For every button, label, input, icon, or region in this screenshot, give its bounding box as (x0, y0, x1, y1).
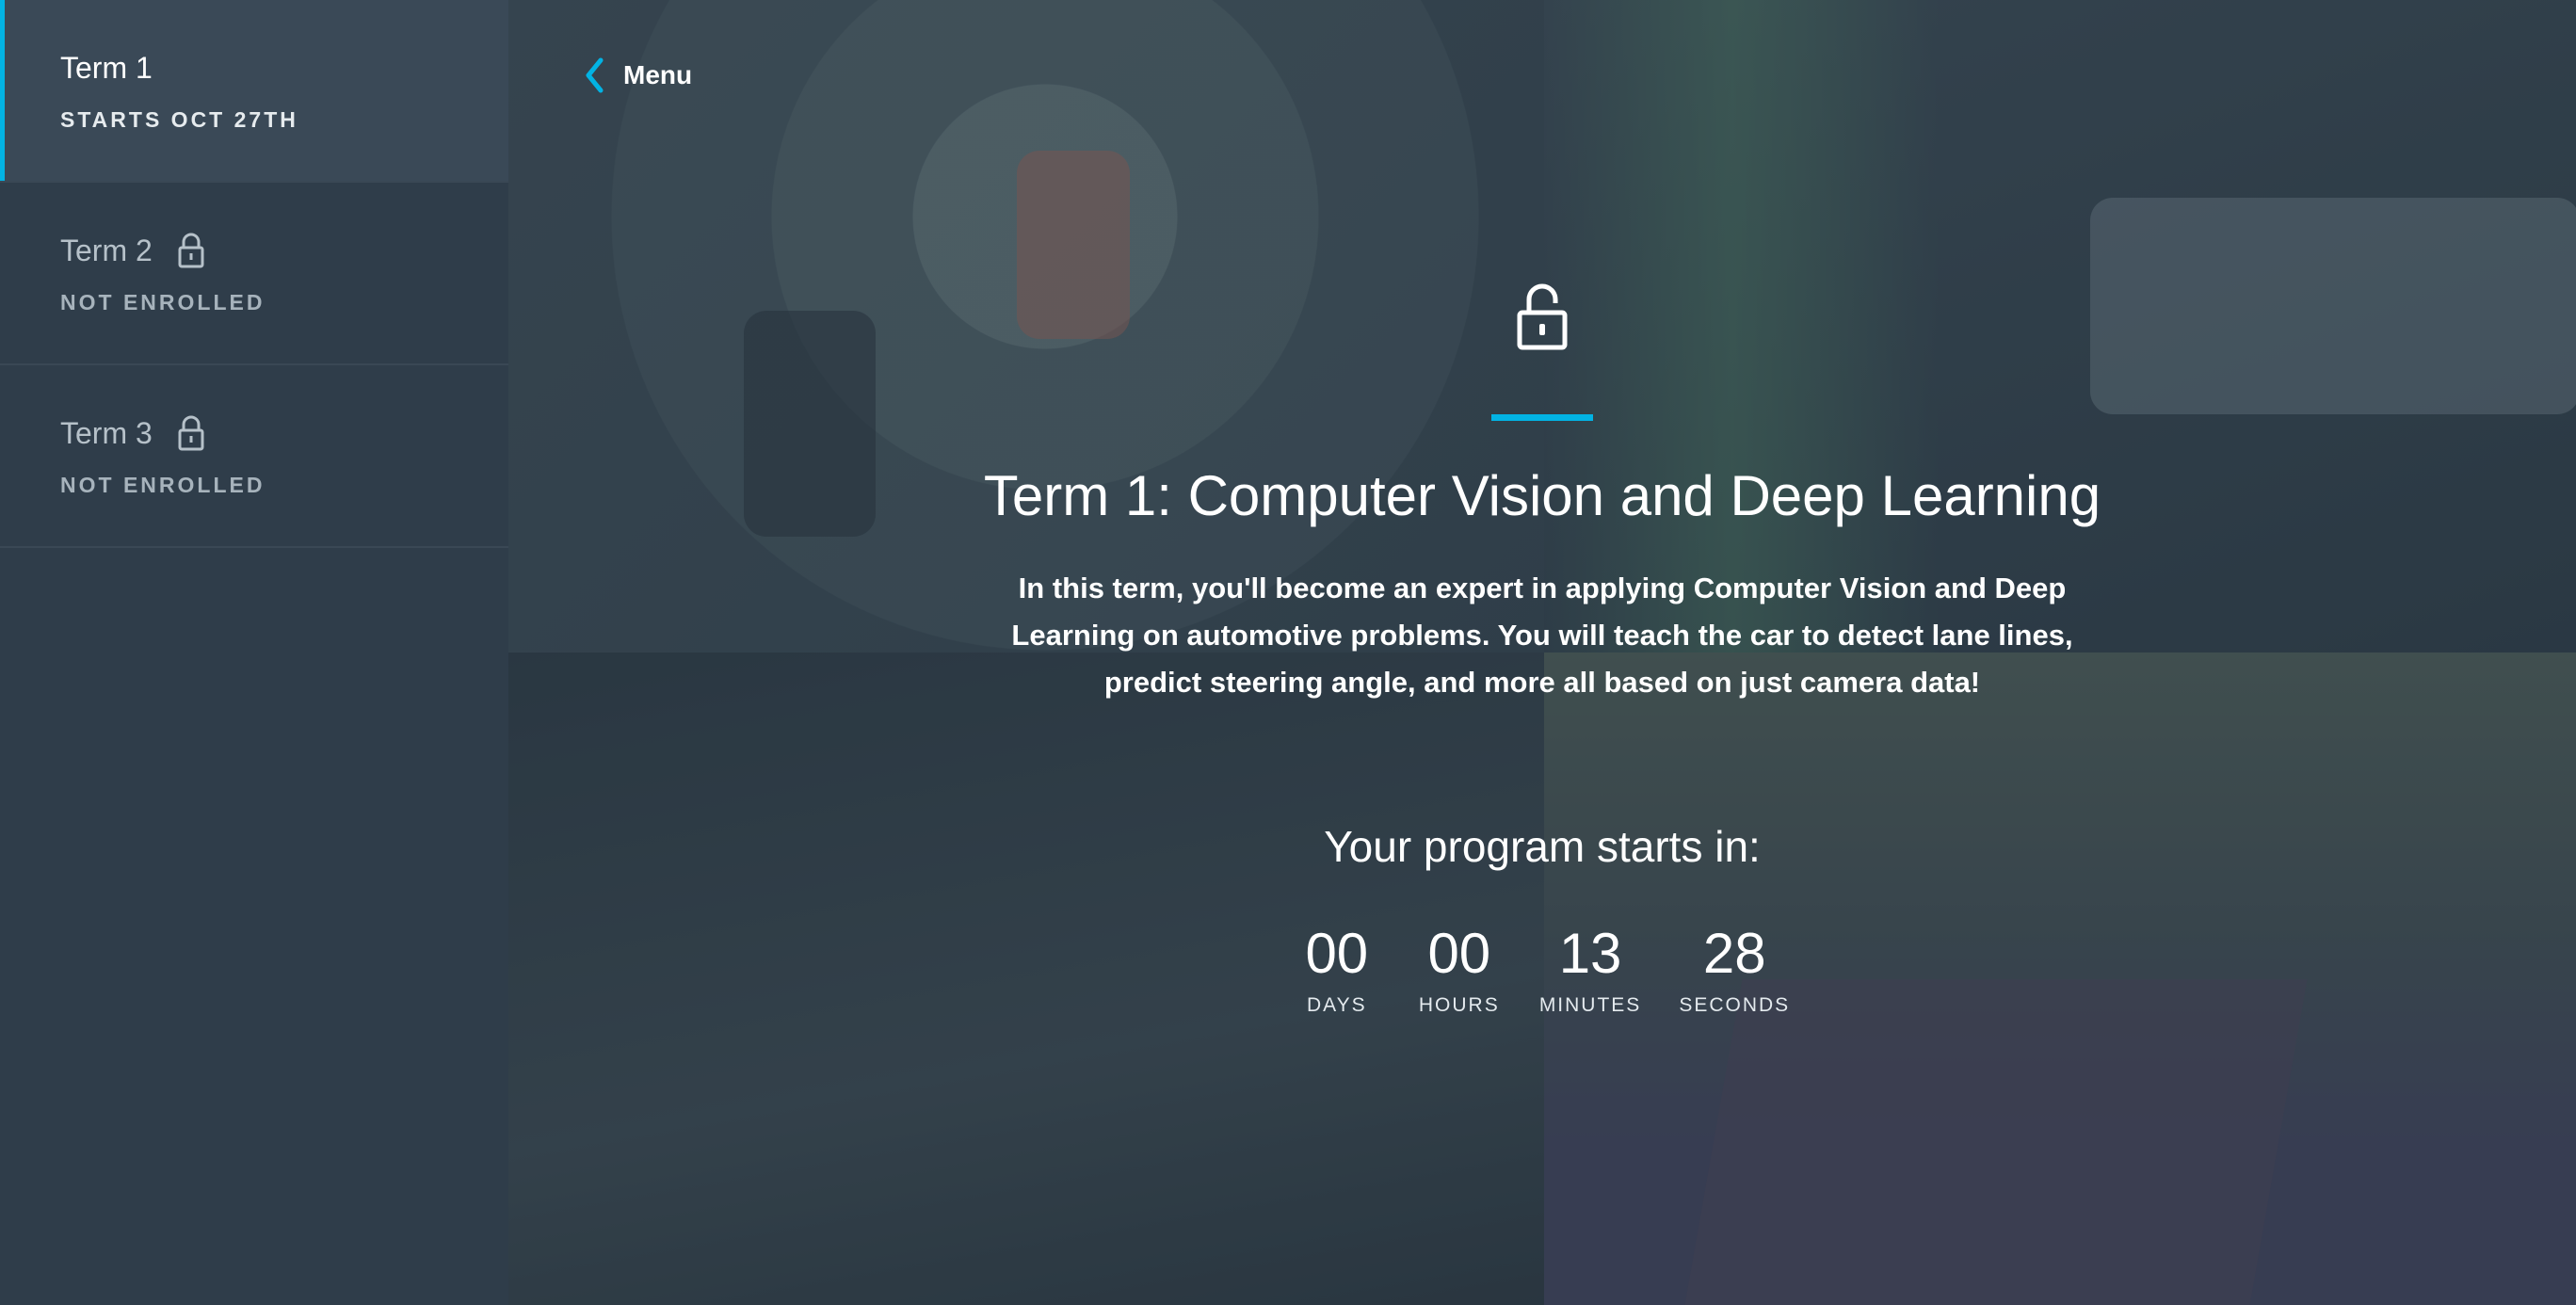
term-status: NOT ENROLLED (60, 290, 266, 314)
term-title: Term 1 (60, 47, 508, 89)
term-status: NOT ENROLLED (60, 473, 266, 497)
accent-divider (1491, 414, 1593, 421)
term-description: In this term, you'll become an expert in… (1011, 572, 2073, 699)
countdown-label: SECONDS (1679, 994, 1791, 1016)
sidebar-item-term-3[interactable]: Term 3 NOT ENROLLED (0, 365, 508, 548)
countdown-label: DAYS (1306, 994, 1367, 1016)
term-title-label: Term 3 (60, 415, 153, 450)
menu-button[interactable]: Menu (584, 56, 692, 94)
sidebar-item-term-2[interactable]: Term 2 NOT ENROLLED (0, 183, 508, 365)
sidebar-item-term-1[interactable]: Term 1 STARTS OCT 27TH (0, 0, 508, 183)
countdown-label: MINUTES (1538, 994, 1642, 1016)
countdown-value: 13 (1558, 922, 1622, 985)
menu-label: Menu (623, 60, 693, 89)
term-status: STARTS OCT 27TH (60, 107, 298, 132)
countdown-timer: 00 DAYS 00 HOURS 13 MINUTES 28 SECONDS (508, 923, 2576, 1017)
countdown-value: 00 (1305, 922, 1369, 985)
countdown-label: HOURS (1418, 994, 1500, 1016)
countdown-days: 00 DAYS (1295, 923, 1379, 1017)
term-title-label: Term 2 (60, 233, 153, 267)
countdown-value: 28 (1702, 922, 1766, 985)
countdown-hours: 00 HOURS (1417, 923, 1502, 1017)
countdown-value: 00 (1427, 922, 1491, 985)
term-title: Term 3 (60, 412, 508, 454)
page-title: Term 1: Computer Vision and Deep Learnin… (983, 464, 2101, 527)
main-panel: Menu Term 1: Computer Vision and Deep Le… (508, 0, 2576, 1305)
term-title: Term 2 (60, 230, 508, 271)
countdown-heading: Your program starts in: (1324, 822, 1761, 871)
countdown-seconds: 28 SECONDS (1679, 923, 1790, 1017)
countdown-minutes: 13 MINUTES (1539, 923, 1642, 1017)
sidebar: Term 1 STARTS OCT 27TH Term 2 NOT ENROLL… (0, 0, 509, 1305)
chevron-left-icon (586, 57, 604, 93)
lock-icon (178, 415, 204, 451)
lock-icon (178, 233, 204, 268)
term-title-label: Term 1 (60, 50, 153, 85)
unlock-icon (1517, 283, 1568, 350)
